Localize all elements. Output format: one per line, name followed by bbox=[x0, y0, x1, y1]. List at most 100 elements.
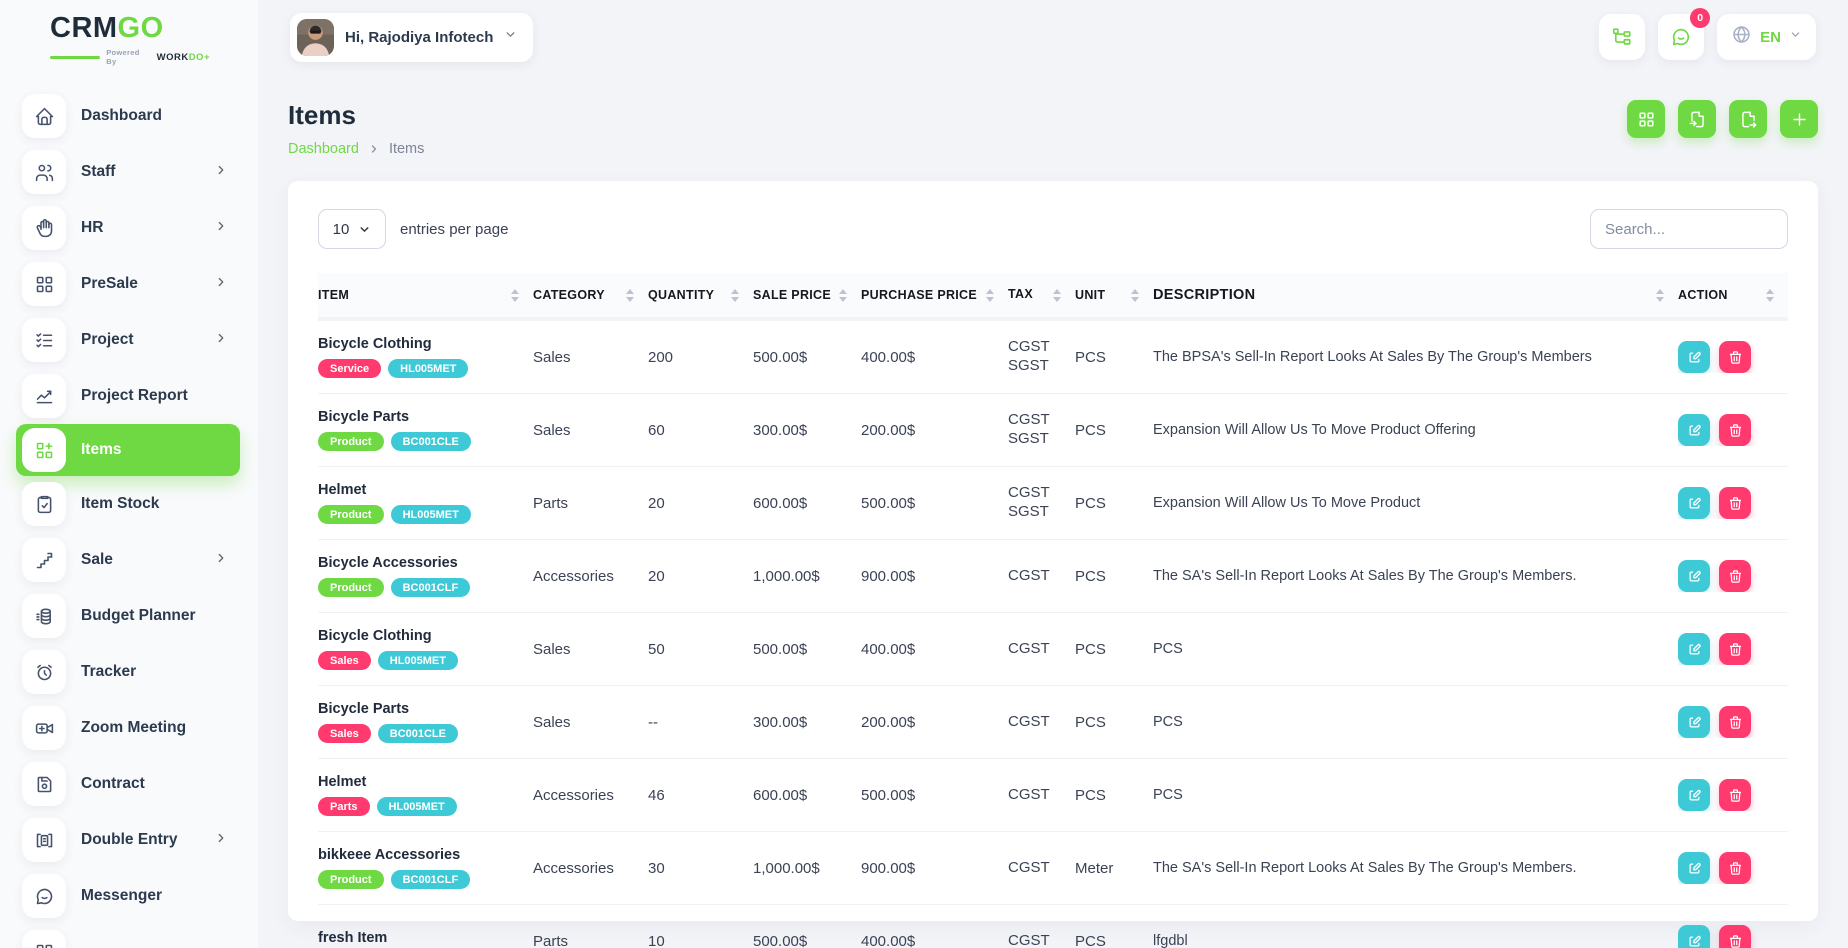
item-badge: Parts bbox=[318, 797, 370, 816]
cell-category: Accessories bbox=[533, 787, 648, 804]
item-name: Helmet bbox=[318, 482, 519, 498]
column-header-unit[interactable]: UNIT bbox=[1075, 288, 1153, 302]
sidebar-item-budget-planner[interactable]: Budget Planner bbox=[0, 588, 258, 644]
column-header-tax[interactable]: TAX bbox=[1008, 287, 1075, 303]
edit-button[interactable] bbox=[1678, 341, 1710, 373]
column-header-action[interactable]: ACTION bbox=[1678, 288, 1788, 302]
item-badge: Sales bbox=[318, 724, 371, 743]
item-badge: Product bbox=[318, 870, 384, 889]
sidebar-item-project-report[interactable]: Project Report bbox=[0, 368, 258, 424]
sidebar-item-messenger[interactable]: Messenger bbox=[0, 868, 258, 924]
coins-icon bbox=[22, 594, 66, 638]
breadcrumb-dashboard-link[interactable]: Dashboard bbox=[288, 141, 359, 157]
edit-icon bbox=[1687, 934, 1702, 948]
hierarchy-button[interactable] bbox=[1599, 14, 1645, 60]
sidebar-item-presale[interactable]: PreSale bbox=[0, 256, 258, 312]
edit-button[interactable] bbox=[1678, 852, 1710, 884]
edit-button[interactable] bbox=[1678, 414, 1710, 446]
delete-button[interactable] bbox=[1719, 341, 1751, 373]
sidebar-item-zoom-meeting[interactable]: Zoom Meeting bbox=[0, 700, 258, 756]
item-name: bikkeee Accessories bbox=[318, 847, 519, 863]
message-icon bbox=[22, 874, 66, 918]
cell-quantity: 30 bbox=[648, 860, 753, 877]
column-header-sale-price[interactable]: SALE PRICE bbox=[753, 288, 861, 302]
item-name: Helmet bbox=[318, 774, 519, 790]
delete-button[interactable] bbox=[1719, 560, 1751, 592]
sidebar-item-contract[interactable]: Contract bbox=[0, 756, 258, 812]
delete-button[interactable] bbox=[1719, 487, 1751, 519]
sidebar-item-item-stock[interactable]: Item Stock bbox=[0, 476, 258, 532]
brand-logo[interactable]: CRMGO Powered By WORKDO+ bbox=[50, 14, 210, 66]
cell-sale-price: 600.00$ bbox=[753, 787, 861, 804]
alarm-icon bbox=[22, 650, 66, 694]
delete-button[interactable] bbox=[1719, 852, 1751, 884]
workdo-brand: WORKDO+ bbox=[157, 52, 210, 63]
item-badge: Sales bbox=[318, 651, 371, 670]
grid-view-button[interactable] bbox=[1627, 100, 1665, 138]
sidebar-item-tracker[interactable]: Tracker bbox=[0, 644, 258, 700]
edit-button[interactable] bbox=[1678, 560, 1710, 592]
export-button[interactable] bbox=[1729, 100, 1767, 138]
add-item-button[interactable] bbox=[1780, 100, 1818, 138]
item-name: Bicycle Parts bbox=[318, 409, 519, 425]
sidebar-item-double-entry[interactable]: Double Entry bbox=[0, 812, 258, 868]
import-button[interactable] bbox=[1678, 100, 1716, 138]
sort-icon bbox=[839, 289, 847, 302]
sidebar-item-project[interactable]: Project bbox=[0, 312, 258, 368]
cell-description: Expansion Will Allow Us To Move Product bbox=[1153, 495, 1678, 511]
cell-purchase-price: 900.00$ bbox=[861, 568, 1008, 585]
column-header-purchase-price[interactable]: PURCHASE PRICE bbox=[861, 288, 1008, 302]
message-button[interactable]: 0 bbox=[1658, 14, 1704, 60]
item-name: Bicycle Parts bbox=[318, 701, 519, 717]
cell-sale-price: 1,000.00$ bbox=[753, 568, 861, 585]
column-header-quantity[interactable]: QUANTITY bbox=[648, 288, 753, 302]
edit-button[interactable] bbox=[1678, 706, 1710, 738]
sort-icon bbox=[1053, 289, 1061, 302]
column-header-item[interactable]: ITEM bbox=[318, 288, 533, 302]
sidebar-item-staff[interactable]: Staff bbox=[0, 144, 258, 200]
edit-icon bbox=[1687, 861, 1702, 876]
cell-purchase-price: 400.00$ bbox=[861, 933, 1008, 948]
cell-unit: PCS bbox=[1075, 714, 1153, 731]
table-row: Bicycle Clothing ServiceHL005MET Sales 2… bbox=[318, 321, 1788, 394]
video-icon bbox=[34, 718, 55, 739]
sidebar-item-dashboard[interactable]: Dashboard bbox=[0, 88, 258, 144]
edit-button[interactable] bbox=[1678, 487, 1710, 519]
list-check-icon bbox=[34, 330, 55, 351]
delete-button[interactable] bbox=[1719, 633, 1751, 665]
sidebar-item-label: HR bbox=[81, 219, 103, 237]
users-icon bbox=[22, 150, 66, 194]
column-header-description[interactable]: DESCRIPTION bbox=[1153, 287, 1678, 303]
sidebar-nav: Dashboard Staff HR PreSale Project Proje… bbox=[0, 88, 258, 948]
item-badge: Product bbox=[318, 432, 384, 451]
column-header-category[interactable]: CATEGORY bbox=[533, 288, 648, 302]
entries-per-page-select[interactable]: 10 bbox=[318, 209, 386, 249]
delete-button[interactable] bbox=[1719, 706, 1751, 738]
sidebar-item-hr[interactable]: HR bbox=[0, 200, 258, 256]
edit-button[interactable] bbox=[1678, 633, 1710, 665]
cell-tax: CGST SGST bbox=[1008, 411, 1075, 449]
search-input[interactable] bbox=[1590, 209, 1788, 249]
topbar-actions: 0 EN bbox=[1599, 14, 1816, 60]
cell-quantity: 200 bbox=[648, 349, 753, 366]
edit-button[interactable] bbox=[1678, 925, 1710, 948]
edit-button[interactable] bbox=[1678, 779, 1710, 811]
item-badges: ProductHL005MET bbox=[318, 505, 519, 524]
grid-add-icon bbox=[22, 428, 66, 472]
edit-icon bbox=[1687, 350, 1702, 365]
language-code: EN bbox=[1760, 29, 1781, 46]
language-selector[interactable]: EN bbox=[1717, 14, 1816, 60]
cell-purchase-price: 500.00$ bbox=[861, 495, 1008, 512]
sidebar-item-sale[interactable]: Sale bbox=[0, 532, 258, 588]
chevron-right-icon bbox=[214, 275, 228, 294]
delete-button[interactable] bbox=[1719, 925, 1751, 948]
delete-button[interactable] bbox=[1719, 414, 1751, 446]
delete-button[interactable] bbox=[1719, 779, 1751, 811]
sidebar-item[interactable] bbox=[0, 924, 258, 948]
grid-icon bbox=[1637, 110, 1656, 129]
user-menu[interactable]: Hi, Rajodiya Infotech bbox=[290, 13, 533, 62]
chevron-right-icon bbox=[214, 219, 228, 238]
cell-quantity: 20 bbox=[648, 495, 753, 512]
sidebar-item-items[interactable]: Items bbox=[16, 424, 240, 476]
table-body: Bicycle Clothing ServiceHL005MET Sales 2… bbox=[318, 321, 1788, 948]
